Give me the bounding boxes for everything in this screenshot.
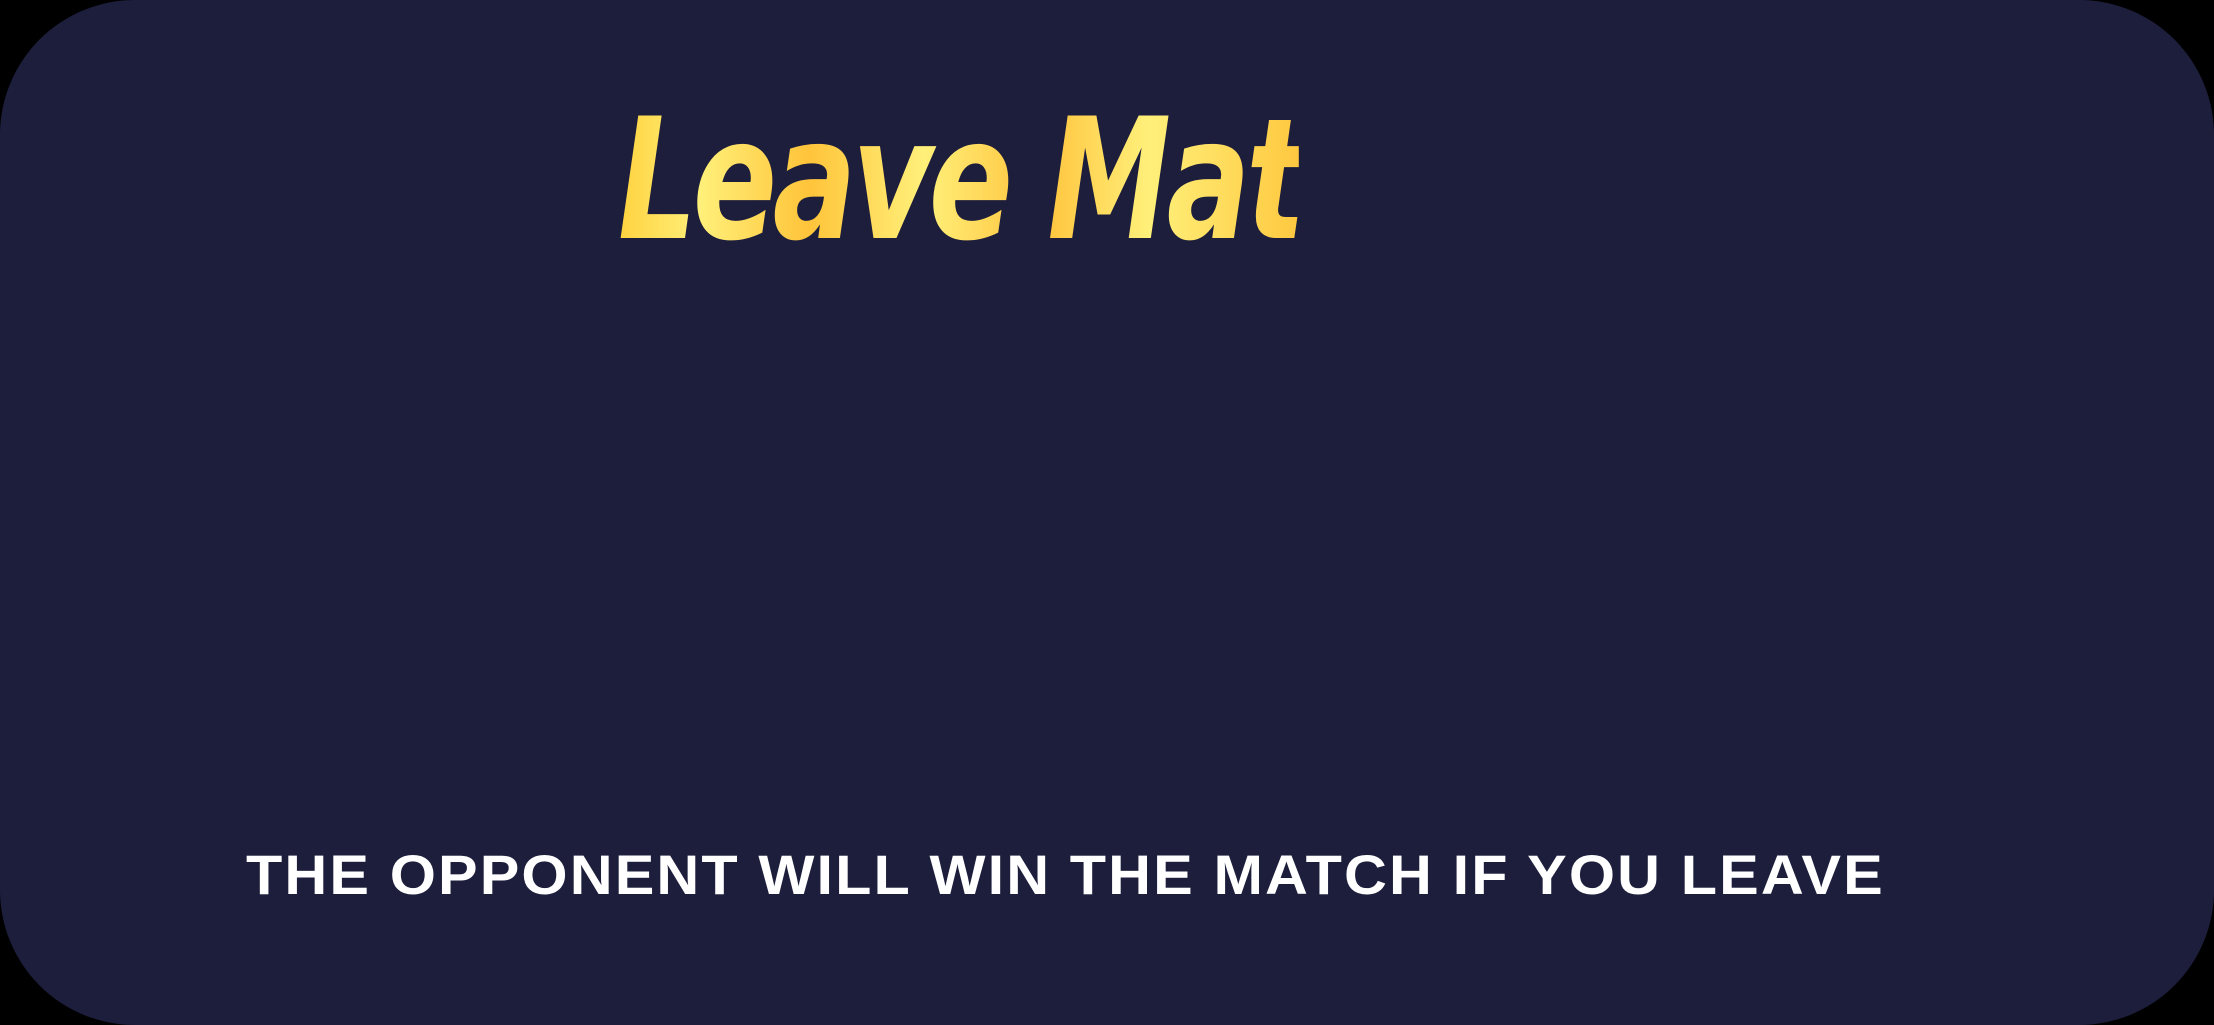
leave-match-dialog: Leave Match THE OPPONENT WILL WIN THE MA… [0, 0, 2214, 1025]
dialog-message: THE OPPONENT WILL WIN THE MATCH IF YOU L… [246, 843, 1885, 906]
dialog-title: Leave Match [618, 82, 1459, 278]
